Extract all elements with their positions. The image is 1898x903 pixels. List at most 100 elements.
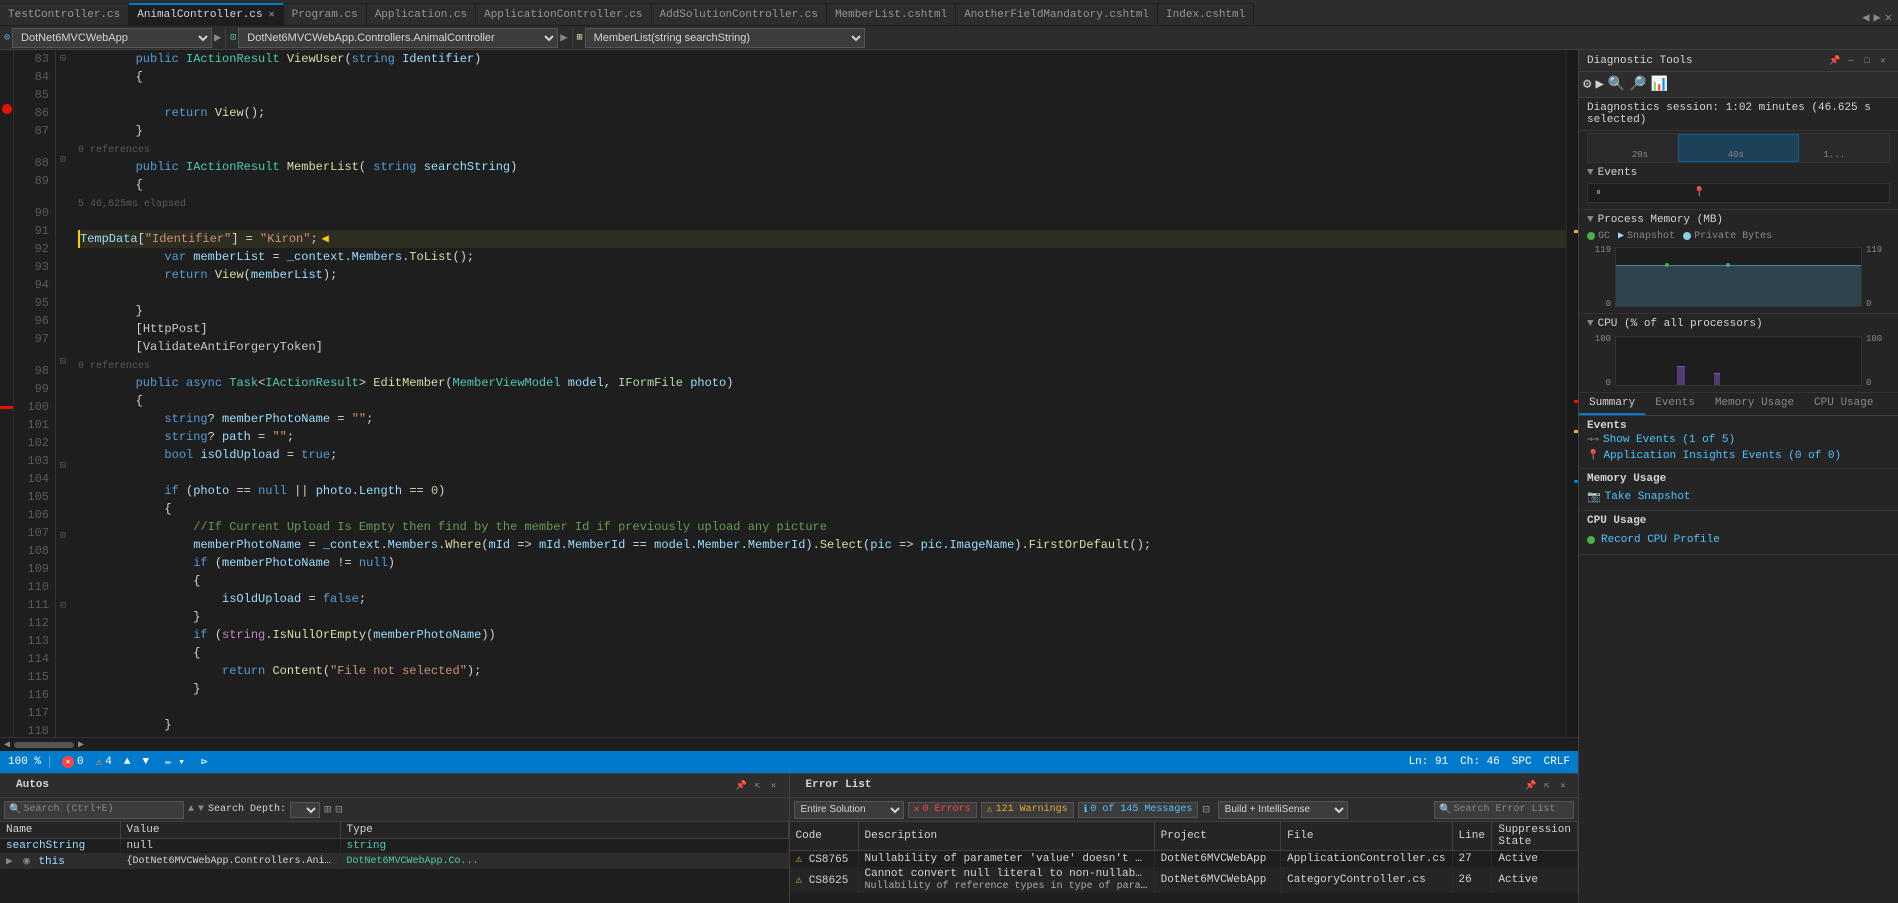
col-suppression[interactable]: Suppression State bbox=[1492, 822, 1578, 851]
tab-testcontroller[interactable]: TestController.cs bbox=[0, 3, 129, 25]
col-code[interactable]: Code bbox=[790, 822, 859, 851]
tab-events[interactable]: Events bbox=[1645, 393, 1705, 415]
settings-icon[interactable]: ⚙ bbox=[1583, 76, 1591, 93]
filter-icon[interactable]: ⊟ bbox=[1202, 802, 1209, 817]
code-content[interactable]: public IActionResult ViewUser(string Ide… bbox=[70, 50, 1566, 737]
code-line-103 bbox=[78, 464, 1566, 482]
tab-program[interactable]: Program.cs bbox=[284, 3, 367, 25]
navigate-up-btn[interactable]: ▲ bbox=[124, 756, 131, 768]
memory-legend: GC ▶ Snapshot Private Bytes bbox=[1587, 230, 1890, 242]
private-dot bbox=[1683, 232, 1691, 240]
expand-all-icon[interactable]: ⊞ bbox=[324, 802, 331, 817]
overflow-left-icon[interactable]: ◀ bbox=[1862, 10, 1869, 25]
autos-pin-icon[interactable]: 📌 bbox=[735, 779, 749, 793]
fold-btn-108[interactable]: ⊟ bbox=[56, 527, 70, 544]
errors-btn[interactable]: ✕ 0 bbox=[62, 756, 84, 768]
show-events-link[interactable]: ⇒⇒ Show Events (1 of 5) bbox=[1587, 432, 1890, 448]
warning-count: 121 Warnings bbox=[996, 804, 1068, 815]
pause-icon[interactable]: ⏸ bbox=[1596, 187, 1601, 199]
app-insights-link[interactable]: 📍 Application Insights Events (0 of 0) bbox=[1587, 448, 1890, 464]
search-depth-select[interactable]: 3 1 2 4 5 bbox=[290, 802, 320, 818]
col-desc[interactable]: Description bbox=[858, 822, 1154, 851]
diag-close-icon[interactable]: ✕ bbox=[1876, 54, 1890, 68]
navigate-down-btn[interactable]: ▼ bbox=[142, 756, 149, 768]
table-row: ▶ ◉ this {DotNet6MVCWebApp.Controllers.A… bbox=[0, 853, 788, 869]
h-scrollbar[interactable]: ◀ ▶ bbox=[0, 737, 1578, 751]
zoom-out-icon[interactable]: 🔍 bbox=[1608, 76, 1625, 93]
member-select[interactable]: MemberList(string searchString) bbox=[585, 28, 865, 48]
tab-application[interactable]: Application.cs bbox=[367, 3, 476, 25]
collapse-all-icon[interactable]: ⊟ bbox=[335, 802, 342, 817]
col-name[interactable]: Name bbox=[0, 822, 120, 839]
diag-toolbar: ⚙ ▶ 🔍 🔎 📊 bbox=[1579, 72, 1898, 98]
tab-addsolution[interactable]: AddSolutionController.cs bbox=[652, 3, 827, 25]
record-cpu-link[interactable]: Record CPU Profile bbox=[1601, 532, 1720, 548]
controller-select[interactable]: DotNet6MVCWebApp.Controllers.AnimalContr… bbox=[238, 28, 558, 48]
project-select[interactable]: DotNet6MVCWebApp bbox=[12, 28, 212, 48]
error-search-box[interactable]: 🔍 Search Error List bbox=[1434, 801, 1574, 819]
take-snapshot-link[interactable]: 📷 Take Snapshot bbox=[1587, 488, 1890, 506]
error-search-input[interactable]: 🔍 Search Error List bbox=[1434, 801, 1574, 819]
tab-index[interactable]: Index.cshtml bbox=[1158, 3, 1254, 25]
fold-btn-112[interactable]: ⊟ bbox=[56, 597, 70, 614]
zoom-in-icon[interactable]: 🔎 bbox=[1629, 76, 1646, 93]
close-all-icon[interactable]: ✕ bbox=[1885, 10, 1892, 25]
error-line: 27 bbox=[1452, 851, 1492, 868]
tab-appcontroller[interactable]: ApplicationController.cs bbox=[476, 3, 651, 25]
code-line-85 bbox=[78, 86, 1566, 104]
scope-select[interactable]: Entire Solution bbox=[794, 801, 904, 819]
fold-btn-98[interactable]: ⊟ bbox=[56, 353, 70, 370]
snapshot-label: Snapshot bbox=[1627, 231, 1675, 242]
col-value[interactable]: Value bbox=[120, 822, 340, 839]
error-pin-icon[interactable]: 📌 bbox=[1524, 779, 1538, 793]
start-diag-icon[interactable]: ▶ bbox=[1595, 76, 1603, 93]
h-scrollbar-thumb[interactable] bbox=[14, 742, 74, 748]
fold-btn-83[interactable]: ⊟ bbox=[56, 50, 70, 67]
diag-panel-inner: Diagnostics session: 1:02 minutes (46.62… bbox=[1579, 98, 1898, 903]
code-container[interactable]: 83 84 85 86 87 88 89 90 91 92 93 94 95 9… bbox=[0, 50, 1578, 737]
error-close-icon[interactable]: ✕ bbox=[1556, 779, 1570, 793]
col-type[interactable]: Type bbox=[340, 822, 788, 839]
tab-cpu-usage[interactable]: CPU Usage bbox=[1804, 393, 1883, 415]
edit-actions-btn[interactable]: ✏ ▾ bbox=[165, 755, 185, 769]
error-count-badge[interactable]: ✕ 0 Errors bbox=[908, 802, 977, 818]
tab-animalcontroller[interactable]: AnimalController.cs ✕ bbox=[129, 3, 283, 25]
scroll-to-end-btn[interactable]: ⊳ bbox=[201, 755, 208, 769]
tab-anotherfield[interactable]: AnotherFieldMandatory.cshtml bbox=[956, 3, 1158, 25]
fold-btn-88[interactable]: ⊟ bbox=[56, 151, 70, 168]
col-line[interactable]: Line bbox=[1452, 822, 1492, 851]
tab-summary[interactable]: Summary bbox=[1579, 393, 1645, 415]
col-file[interactable]: File bbox=[1281, 822, 1452, 851]
fold-btn-104[interactable]: ⊟ bbox=[56, 458, 70, 475]
autos-close-icon[interactable]: ✕ bbox=[767, 779, 781, 793]
memory-triangle-icon[interactable]: ▼ bbox=[1587, 214, 1594, 226]
search-icon: 🔍 bbox=[9, 804, 21, 816]
diag-maximize-icon[interactable]: □ bbox=[1860, 54, 1874, 68]
sort-desc-icon[interactable]: ▼ bbox=[198, 804, 204, 815]
build-select[interactable]: Build + IntelliSense bbox=[1218, 801, 1348, 819]
chart-icon[interactable]: 📊 bbox=[1651, 76, 1668, 93]
tab-memory-usage[interactable]: Memory Usage bbox=[1705, 393, 1804, 415]
close-icon[interactable]: ✕ bbox=[269, 9, 275, 21]
diag-pin-icon[interactable]: 📌 bbox=[1828, 54, 1842, 68]
overflow-right-icon[interactable]: ▶ bbox=[1874, 10, 1881, 25]
diag-minimize-icon[interactable]: ─ bbox=[1844, 54, 1858, 68]
warnings-btn[interactable]: ⚠ 4 bbox=[96, 755, 112, 769]
breadcrumb-icon: ⊙ bbox=[4, 32, 10, 44]
code-line-93: return View(memberList); bbox=[78, 266, 1566, 284]
scroll-right-btn[interactable]: ▶ bbox=[78, 739, 84, 751]
col-project[interactable]: Project bbox=[1154, 822, 1280, 851]
events-controls[interactable]: ⏸ bbox=[1596, 187, 1601, 199]
warning-count-badge[interactable]: ⚠ 121 Warnings bbox=[981, 802, 1074, 818]
sort-asc-icon[interactable]: ▲ bbox=[188, 804, 194, 815]
autos-float-icon[interactable]: ⇱ bbox=[751, 779, 765, 793]
message-count-badge[interactable]: ℹ 0 of 145 Messages bbox=[1078, 802, 1199, 818]
tab-memberlist[interactable]: MemberList.cshtml bbox=[827, 3, 956, 25]
search-box[interactable]: 🔍 Search (Ctrl+E) bbox=[4, 801, 184, 819]
cpu-triangle-icon[interactable]: ▼ bbox=[1587, 318, 1594, 330]
warning-icon: ⚠ bbox=[796, 854, 803, 866]
events-triangle-icon[interactable]: ▼ bbox=[1587, 167, 1594, 179]
expand-icon[interactable]: ▶ bbox=[6, 856, 13, 868]
error-float-icon[interactable]: ⇱ bbox=[1540, 779, 1554, 793]
scroll-left-btn[interactable]: ◀ bbox=[4, 739, 10, 751]
